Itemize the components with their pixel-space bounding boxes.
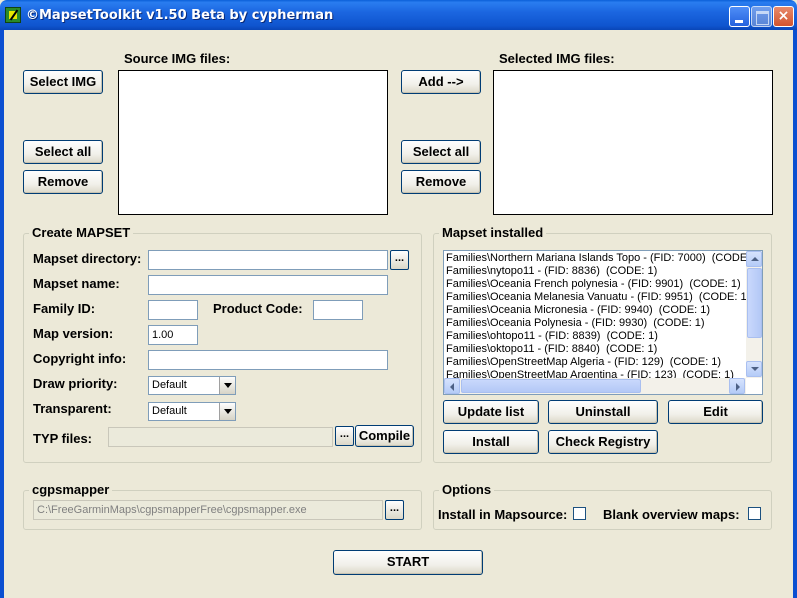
list-item[interactable]: Families\OpenStreetMap Algeria - (FID: 1… [446, 356, 746, 369]
list-item[interactable]: Families\ohtopo11 - (FID: 8839) (CODE: 1… [446, 330, 746, 343]
mapset-name-label: Mapset name: [33, 276, 120, 291]
vertical-scrollbar[interactable] [746, 251, 762, 378]
blank-overview-maps-checkbox[interactable] [748, 507, 761, 520]
source-select-all-button[interactable]: Select all [23, 140, 103, 164]
scroll-right-icon[interactable] [729, 378, 745, 394]
uninstall-button[interactable]: Uninstall [548, 400, 658, 424]
mapset-items: Families\Northern Mariana Islands Topo -… [446, 252, 746, 378]
list-item[interactable]: Families\Oceania Melanesia Vanuatu - (FI… [446, 291, 746, 304]
blank-overview-maps-label: Blank overview maps: [603, 507, 740, 522]
chevron-down-icon[interactable] [219, 403, 235, 420]
scroll-down-icon[interactable] [746, 361, 762, 377]
mapset-directory-label: Mapset directory: [33, 251, 142, 266]
selected-files-list[interactable] [493, 70, 773, 215]
list-item[interactable]: Families\OpenStreetMap Argentina - (FID:… [446, 369, 746, 378]
install-button[interactable]: Install [443, 430, 539, 454]
transparent-label: Transparent: [33, 401, 112, 416]
list-item[interactable]: Families\Oceania Micronesia - (FID: 9940… [446, 304, 746, 317]
scroll-left-icon[interactable] [444, 378, 460, 394]
typ-files-browse-button[interactable]: ... [335, 426, 354, 446]
list-item[interactable]: Families\nytopo11 - (FID: 8836) (CODE: 1… [446, 265, 746, 278]
family-id-input[interactable] [148, 300, 198, 320]
transparent-value: Default [152, 405, 187, 417]
map-version-input[interactable]: 1.00 [148, 325, 198, 345]
product-code-input[interactable] [313, 300, 363, 320]
chevron-down-icon[interactable] [219, 377, 235, 394]
add-button[interactable]: Add --> [401, 70, 481, 94]
app-icon [5, 7, 21, 23]
window-title: ©MapsetToolkit v1.50 Beta by cypherman [26, 8, 334, 23]
product-code-label: Product Code: [213, 301, 303, 316]
source-files-title: Source IMG files: [124, 51, 231, 66]
close-button[interactable]: × [773, 6, 794, 27]
cgpsmapper-title: cgpsmapper [29, 482, 113, 497]
copyright-info-input[interactable] [148, 350, 388, 370]
install-in-mapsource-checkbox[interactable] [573, 507, 586, 520]
install-in-mapsource-label: Install in Mapsource: [438, 507, 568, 522]
minimize-button[interactable] [729, 6, 750, 27]
compile-button[interactable]: Compile [355, 425, 414, 447]
start-button[interactable]: START [333, 550, 483, 575]
selected-files-title: Selected IMG files: [499, 51, 615, 66]
typ-files-label: TYP files: [33, 431, 93, 446]
selected-select-all-button[interactable]: Select all [401, 140, 481, 164]
list-item[interactable]: Families\Northern Mariana Islands Topo -… [446, 252, 746, 265]
cgpsmapper-browse-button[interactable]: ... [385, 500, 404, 520]
list-item[interactable]: Families\oktopo11 - (FID: 8840) (CODE: 1… [446, 343, 746, 356]
source-remove-button[interactable]: Remove [23, 170, 103, 194]
draw-priority-select[interactable]: Default [148, 376, 236, 395]
map-version-label: Map version: [33, 326, 114, 341]
window-frame-left [0, 30, 4, 598]
vertical-scroll-thumb[interactable] [747, 268, 762, 338]
transparent-select[interactable]: Default [148, 402, 236, 421]
typ-files-input[interactable] [108, 427, 333, 447]
draw-priority-value: Default [152, 379, 187, 391]
edit-button[interactable]: Edit [668, 400, 763, 424]
list-item[interactable]: Families\Oceania French polynesia - (FID… [446, 278, 746, 291]
close-icon: × [777, 8, 790, 24]
horizontal-scroll-thumb[interactable] [461, 379, 641, 393]
copyright-info-label: Copyright info: [33, 351, 127, 366]
options-title: Options [439, 482, 495, 497]
scroll-up-icon[interactable] [746, 251, 762, 267]
source-files-list[interactable] [118, 70, 388, 215]
update-list-button[interactable]: Update list [443, 400, 539, 424]
mapset-name-input[interactable] [148, 275, 388, 295]
horizontal-scrollbar[interactable] [444, 378, 746, 394]
mapset-directory-browse-button[interactable]: ... [390, 250, 409, 270]
mapset-installed-title: Mapset installed [439, 225, 547, 240]
title-bar[interactable]: ©MapsetToolkit v1.50 Beta by cypherman × [0, 0, 797, 30]
list-item[interactable]: Families\Oceania Polynesia - (FID: 9930)… [446, 317, 746, 330]
family-id-label: Family ID: [33, 301, 96, 316]
mapset-installed-list[interactable]: Families\Northern Mariana Islands Topo -… [443, 250, 763, 395]
check-registry-button[interactable]: Check Registry [548, 430, 658, 454]
draw-priority-label: Draw priority: [33, 376, 118, 391]
window-frame-right [793, 30, 797, 598]
cgpsmapper-path-input[interactable]: C:\FreeGarminMaps\cgpsmapperFree\cgpsmap… [33, 500, 383, 520]
mapset-directory-input[interactable] [148, 250, 388, 270]
selected-remove-button[interactable]: Remove [401, 170, 481, 194]
select-img-button[interactable]: Select IMG [23, 70, 103, 94]
maximize-button [751, 6, 772, 27]
create-mapset-title: Create MAPSET [29, 225, 134, 240]
